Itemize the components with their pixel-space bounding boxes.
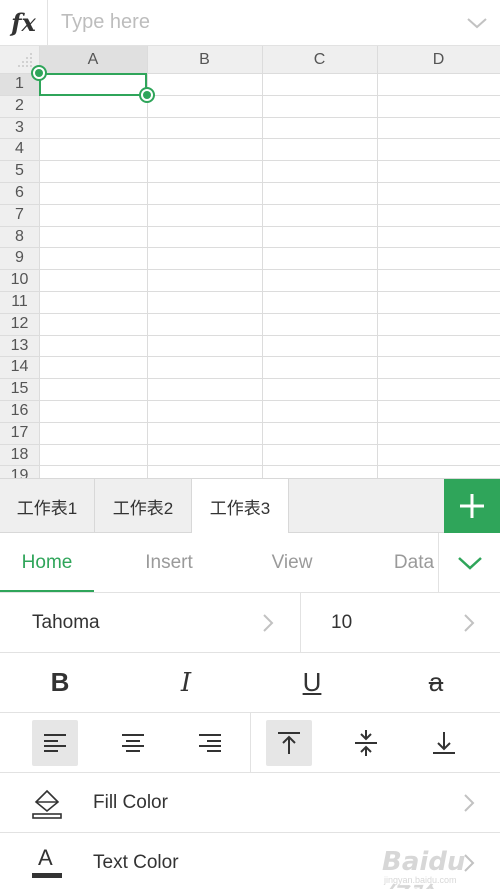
column-header-b[interactable]: B [147,46,262,73]
bold-icon: B [50,667,70,697]
text-color-letter: A [38,845,53,870]
tab-insert[interactable]: Insert [119,533,219,592]
row-header-2[interactable]: 2 [0,95,39,117]
italic-button[interactable]: I [146,653,226,712]
underline-icon: U [302,667,322,697]
row-header-13[interactable]: 13 [0,335,39,357]
text-color-swatch [32,873,62,878]
row-header-15[interactable]: 15 [0,378,39,400]
column-header-d[interactable]: D [377,46,500,73]
selection-handle-top-left[interactable] [31,65,47,81]
align-top-icon [278,732,300,754]
row-header-4[interactable]: 4 [0,138,39,160]
row-header-14[interactable]: 14 [0,356,39,378]
formula-input[interactable] [48,2,454,43]
fx-icon[interactable]: fx [0,0,48,46]
align-bottom-button[interactable] [421,720,467,766]
plus-icon [460,494,484,518]
selection-handle-bottom-right[interactable] [139,87,155,103]
align-top-button[interactable] [266,720,312,766]
ribbon-expand-button[interactable] [438,533,500,592]
chevron-right-icon [464,794,475,812]
row-header-16[interactable]: 16 [0,400,39,422]
sheet-tab-bar: 工作表1 工作表2 工作表3 [0,478,500,533]
alignment-row [0,713,500,773]
text-color-label: Text Color [93,851,179,873]
sheet-tab-3[interactable]: 工作表3 [192,479,289,533]
underline-button[interactable]: U [272,653,352,712]
align-right-button[interactable] [187,720,233,766]
align-middle-button[interactable] [343,720,389,766]
bold-button[interactable]: B [20,653,100,712]
text-style-row: B I U a [0,653,500,713]
align-middle-icon [355,730,377,756]
align-bottom-icon [433,732,455,754]
tab-home[interactable]: Home [0,533,94,592]
align-left-icon [44,734,66,752]
column-header-c[interactable]: C [262,46,377,73]
row-header-12[interactable]: 12 [0,313,39,335]
align-left-button[interactable] [32,720,78,766]
font-name-selector[interactable]: Tahoma [32,593,262,652]
row-header-5[interactable]: 5 [0,160,39,182]
fill-color-row[interactable]: Fill Color [0,773,500,833]
row-header-8[interactable]: 8 [0,226,39,248]
align-center-icon [122,734,144,752]
row-header-7[interactable]: 7 [0,204,39,226]
ribbon-tab-bar: Home Insert View Data [0,533,500,593]
watermark-url: jingyan.baidu.com [384,875,457,885]
chevron-down-icon[interactable] [454,0,500,46]
row-header-19[interactable]: 19 [0,465,39,478]
chevron-right-icon [263,614,274,632]
font-size-selector[interactable]: 10 [331,593,451,652]
row-header-11[interactable]: 11 [0,291,39,313]
grid-lines [0,46,500,478]
sheet-tab-2[interactable]: 工作表2 [95,479,192,533]
divider [300,593,301,652]
tab-view[interactable]: View [245,533,339,592]
chevron-right-icon [464,614,475,632]
formula-bar: fx [0,0,500,46]
strikethrough-icon: a [428,667,444,697]
spreadsheet-grid[interactable]: A B C D 1 2 3 4 5 6 7 8 9 10 11 12 13 14 15 16 17 18 19 [0,46,500,478]
font-row: Tahoma 10 [0,593,500,653]
fill-color-label: Fill Color [93,791,168,813]
strikethrough-button[interactable]: a [396,653,476,712]
align-right-icon [199,734,221,752]
row-header-3[interactable]: 3 [0,117,39,139]
row-header-17[interactable]: 17 [0,422,39,444]
row-header-9[interactable]: 9 [0,247,39,269]
add-sheet-button[interactable] [444,479,500,533]
row-header-10[interactable]: 10 [0,269,39,291]
fill-color-icon [32,789,62,819]
sheet-tab-1[interactable]: 工作表1 [0,479,95,533]
align-center-button[interactable] [110,720,156,766]
divider [250,713,251,772]
italic-icon: I [180,667,192,698]
baidu-watermark: Baidu 经验 jingyan.baidu.com [382,847,494,889]
text-color-icon: A [30,845,64,881]
chevron-down-icon [457,556,482,570]
row-header-18[interactable]: 18 [0,444,39,466]
column-header-a[interactable]: A [39,46,147,73]
row-header-6[interactable]: 6 [0,182,39,204]
cell-selection[interactable] [39,73,147,96]
